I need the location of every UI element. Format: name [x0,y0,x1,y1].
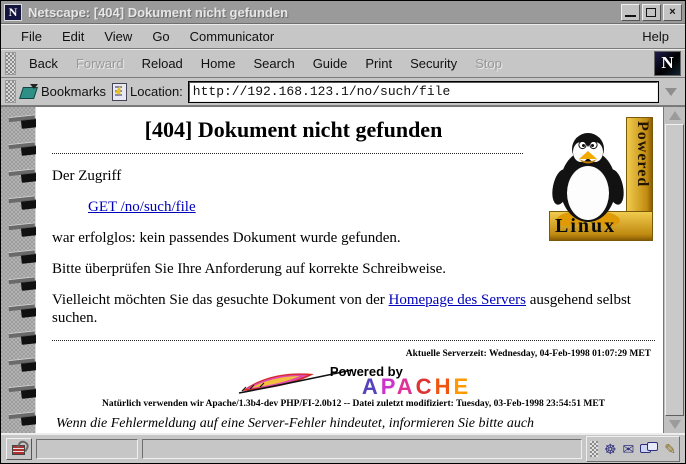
stop-button: Stop [466,53,511,74]
url-input[interactable] [189,82,658,102]
netscape-app-icon: N [4,4,22,21]
server-info: Natürlich verwenden wir Apache/1.3b4-dev… [52,399,655,409]
location-toolbar: Bookmarks Location: [1,78,685,106]
divider [52,153,523,154]
navigation-toolbar: Back Forward Reload Home Search Guide Pr… [1,49,685,78]
arrow-up-icon [669,111,681,120]
forward-button: Forward [67,53,133,74]
maximize-icon [646,8,656,17]
minimize-icon [625,15,636,17]
scroll-up-button[interactable] [665,108,684,123]
status-message-panel [142,439,582,459]
titlebar[interactable]: N Netscape: [404] Dokument nicht gefunde… [1,1,685,24]
apache-letter: P [381,374,397,399]
linux-powered-badge: Powered L [549,117,653,241]
toolbar-grip[interactable] [5,52,16,75]
suggest-text: Vielleicht möchten Sie das gesuchte Doku… [52,291,655,327]
bookmarks-icon [20,84,38,99]
menubar: File Edit View Go Communicator Help [1,24,685,49]
homepage-link[interactable]: Homepage des Servers [389,292,526,308]
page-title: [404] Dokument nicht gefunden [52,117,535,143]
scroll-down-button[interactable] [665,417,684,432]
close-button[interactable]: × [663,4,682,21]
close-icon: × [664,5,681,20]
url-dropdown-button[interactable] [661,81,681,103]
composer-icon[interactable]: ✎ [664,441,676,457]
location-page-icon[interactable] [112,83,127,101]
arrow-down-icon [669,420,681,429]
apache-logo: Powered by APACHE [52,361,655,397]
window-title: Netscape: [404] Dokument nicht gefunden [28,5,619,20]
chevron-down-icon [665,88,677,96]
scrollbar-thumb[interactable] [665,124,684,416]
menu-file[interactable]: File [11,27,52,46]
apache-letter: H [435,374,454,399]
apache-letter: A [362,374,381,399]
badge-powered-label: Powered [633,121,651,187]
menu-view[interactable]: View [94,27,142,46]
netscape-window: N Netscape: [404] Dokument nicht gefunde… [0,0,686,464]
location-label: Location: [130,84,183,99]
browser-content: Powered L [1,106,685,434]
guide-button[interactable]: Guide [304,53,357,74]
web-page: Powered L [36,107,663,433]
request-link[interactable]: GET /no/such/file [88,198,196,216]
reload-button[interactable]: Reload [133,53,192,74]
print-button[interactable]: Print [356,53,401,74]
vertical-scrollbar[interactable] [663,107,685,433]
bookmarks-label[interactable]: Bookmarks [41,84,106,99]
badge-linux-label: Linux [555,215,616,238]
apache-name: APACHE [362,379,471,395]
component-bar-grip[interactable] [590,441,598,457]
footer-before: Wenn die Fehlermeldung auf eine Server-F… [56,416,534,431]
statusbar: ☸ ✉ ✎ [1,434,685,463]
apache-letter: C [416,374,435,399]
footer-note: Wenn die Fehlermeldung auf eine Server-F… [56,415,655,433]
tux-penguin-icon [551,131,627,227]
netscape-logo-icon[interactable]: N [654,51,681,76]
minimize-button[interactable] [621,4,640,21]
server-time: Aktuelle Serverzeit: Wednesday, 04-Feb-1… [52,349,651,359]
locationbar-grip[interactable] [5,80,16,103]
apache-logo-text: Powered by APACHE [328,364,471,395]
check-text: Bitte überprüfen Sie Ihre Anforderung au… [52,260,655,278]
component-bar: ☸ ✉ ✎ [586,436,680,462]
security-padlock-icon[interactable] [6,438,32,460]
discussions-icon[interactable] [640,442,658,457]
home-button[interactable]: Home [192,53,245,74]
security-button[interactable]: Security [401,53,466,74]
navigator-wheel-icon[interactable]: ☸ [604,441,617,457]
menu-help[interactable]: Help [636,27,675,46]
status-progress-panel [36,439,138,459]
mailbox-icon[interactable]: ✉ [623,441,635,457]
divider [52,340,655,341]
menu-go[interactable]: Go [142,27,179,46]
apache-letter: A [397,374,416,399]
menu-communicator[interactable]: Communicator [180,27,285,46]
back-button[interactable]: Back [20,53,67,74]
apache-letter: E [453,374,471,399]
suggest-before: Vielleicht möchten Sie das gesuchte Doku… [52,292,389,308]
spiral-binding-decoration [1,107,36,433]
search-button[interactable]: Search [244,53,303,74]
menu-edit[interactable]: Edit [52,27,94,46]
maximize-button[interactable] [642,4,661,21]
